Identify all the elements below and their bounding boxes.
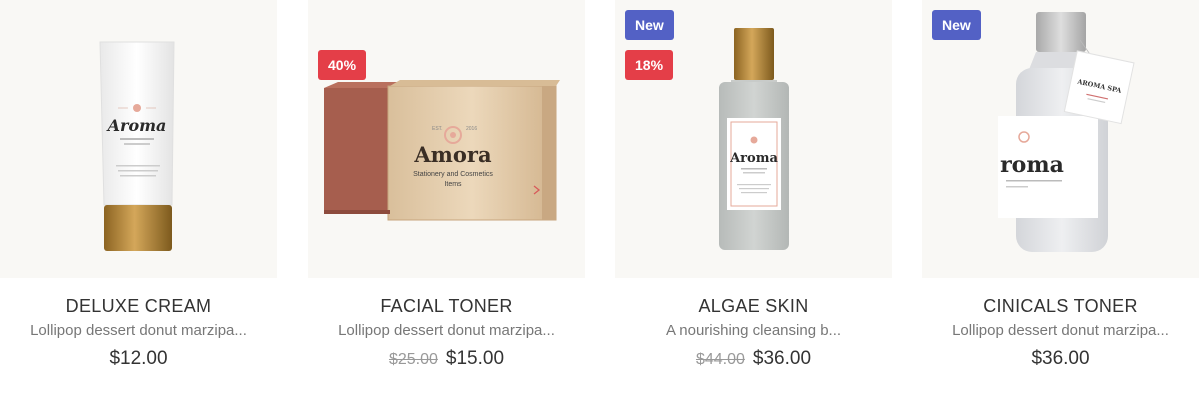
product-description: Lollipop dessert donut marzipa...	[952, 322, 1169, 339]
product-price: $15.00	[445, 348, 505, 369]
product-brand-text: Amora	[413, 142, 492, 167]
product-price-row: $44.00 $36.00	[615, 348, 892, 370]
product-card[interactable]: EST. 2016 Amora Stationery and Cosmetics…	[308, 0, 585, 414]
product-card[interactable]: Aroma New 18% ALGAE SKIN A nourishing cl…	[615, 0, 892, 414]
product-price: $36.00	[1031, 348, 1090, 369]
product-old-price: $25.00	[388, 351, 438, 368]
toner-bottle-illustration: roma AROMA SPA	[998, 12, 1135, 252]
product-old-price: $44.00	[695, 351, 745, 368]
brand-subtitle: Stationery and Cosmetics	[413, 171, 493, 178]
product-title[interactable]: CINICALS TONER	[922, 296, 1199, 317]
soap-box-illustration: EST. 2016 Amora Stationery and Cosmetics…	[324, 80, 560, 221]
svg-text:EST.: EST.	[432, 126, 443, 132]
product-image[interactable]: roma AROMA SPA New	[922, 0, 1199, 278]
product-price: $12.00	[109, 348, 168, 369]
product-brand-text: roma	[1000, 152, 1064, 178]
bottle-illustration: Aroma	[719, 28, 789, 250]
product-description: A nourishing cleansing b...	[665, 322, 842, 339]
product-description: Lollipop dessert donut marzipa...	[30, 322, 247, 339]
product-price: $36.00	[752, 348, 812, 369]
product-price-row: $36.00	[922, 348, 1199, 370]
product-image[interactable]: Aroma New 18%	[615, 0, 892, 278]
product-brand-text: Aroma	[106, 116, 167, 135]
product-title[interactable]: ALGAE SKIN	[615, 296, 892, 317]
new-badge: New	[932, 10, 981, 40]
discount-badge: 18%	[625, 50, 674, 80]
new-badge: New	[625, 10, 674, 40]
product-price-row: $12.00	[0, 348, 277, 370]
product-card[interactable]: Aroma DELUXE CREAM Lollipop dessert donu…	[0, 0, 277, 414]
product-image[interactable]: Aroma	[0, 0, 277, 278]
product-grid: Aroma DELUXE CREAM Lollipop dessert donu…	[0, 0, 1200, 414]
product-brand-text: Aroma	[729, 151, 778, 166]
product-description: Lollipop dessert donut marzipa...	[338, 322, 555, 339]
product-title[interactable]: FACIAL TONER	[308, 296, 585, 317]
product-title[interactable]: DELUXE CREAM	[0, 296, 277, 317]
discount-badge: 40%	[318, 50, 367, 80]
cream-tube-illustration: Aroma	[99, 41, 175, 251]
product-card[interactable]: roma AROMA SPA New CINICALS TONER Lollip…	[922, 0, 1199, 414]
svg-text:2016: 2016	[466, 126, 477, 132]
brand-subtitle-2: Items	[444, 181, 462, 188]
product-price-row: $25.00 $15.00	[308, 348, 585, 370]
product-image[interactable]: EST. 2016 Amora Stationery and Cosmetics…	[308, 0, 585, 278]
